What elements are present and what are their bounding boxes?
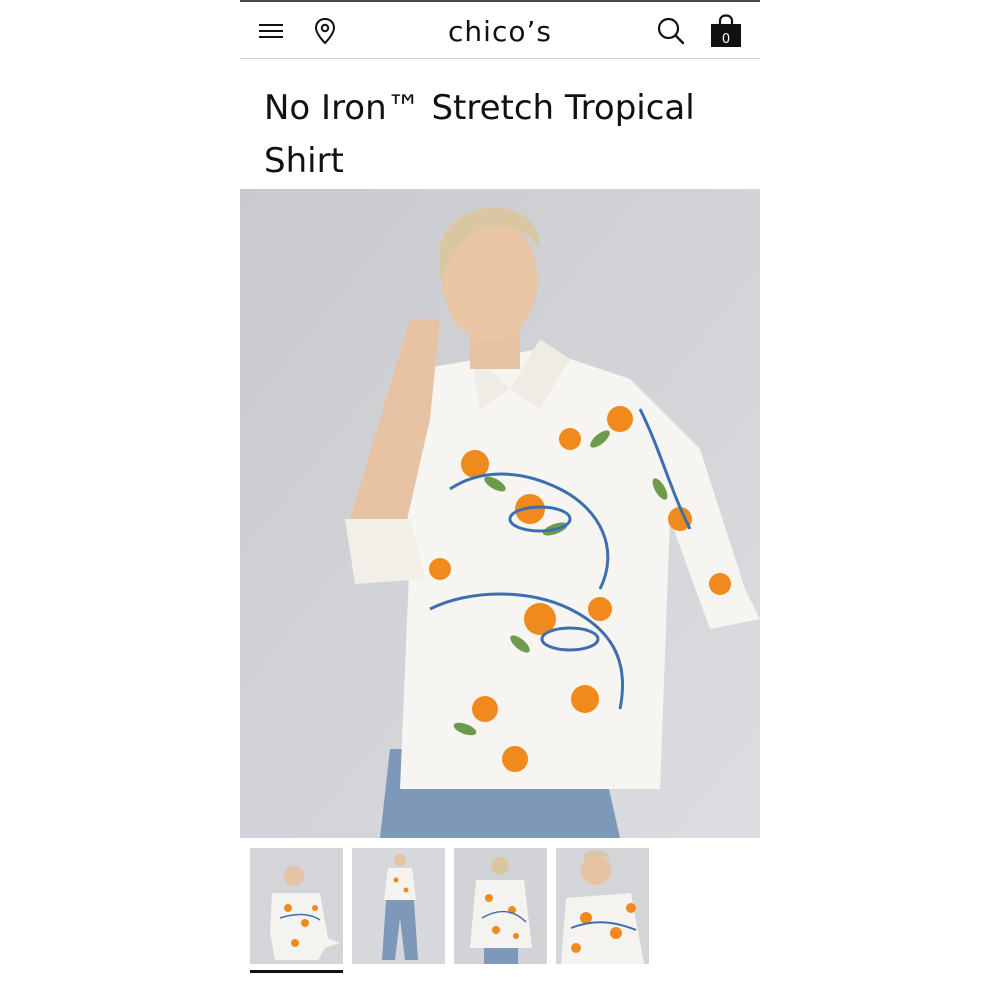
search-icon <box>657 17 685 45</box>
location-pin-icon <box>314 17 336 45</box>
product-main-image[interactable] <box>240 189 760 838</box>
thumbnail-gallery <box>250 848 750 978</box>
thumbnail-image-back <box>454 848 547 964</box>
thumbnail-image-front <box>250 848 343 964</box>
brand-logo[interactable]: chico’s <box>400 14 600 50</box>
thumbnail-image-full-length <box>352 848 445 964</box>
thumbnail-4[interactable] <box>556 848 649 964</box>
thumbnail-2[interactable] <box>352 848 445 964</box>
cart-button[interactable]: 0 <box>706 10 746 52</box>
thumbnail-image-closeup <box>556 848 649 964</box>
menu-button[interactable] <box>256 16 286 46</box>
thumbnail-1[interactable] <box>250 848 343 964</box>
search-button[interactable] <box>654 14 688 48</box>
menu-icon <box>259 24 283 38</box>
site-header: chico’s 0 <box>240 2 760 58</box>
product-page: chico’s 0 No Iron™ Stretch Tropical Shir… <box>240 0 760 1000</box>
selected-thumbnail-indicator <box>250 970 343 973</box>
model-photo <box>240 189 760 838</box>
thumbnail-3[interactable] <box>454 848 547 964</box>
header-divider <box>240 58 760 59</box>
product-title: No Iron™ Stretch Tropical Shirt <box>264 88 695 181</box>
store-locator-button[interactable] <box>310 16 340 46</box>
cart-count-badge: 0 <box>721 32 731 47</box>
